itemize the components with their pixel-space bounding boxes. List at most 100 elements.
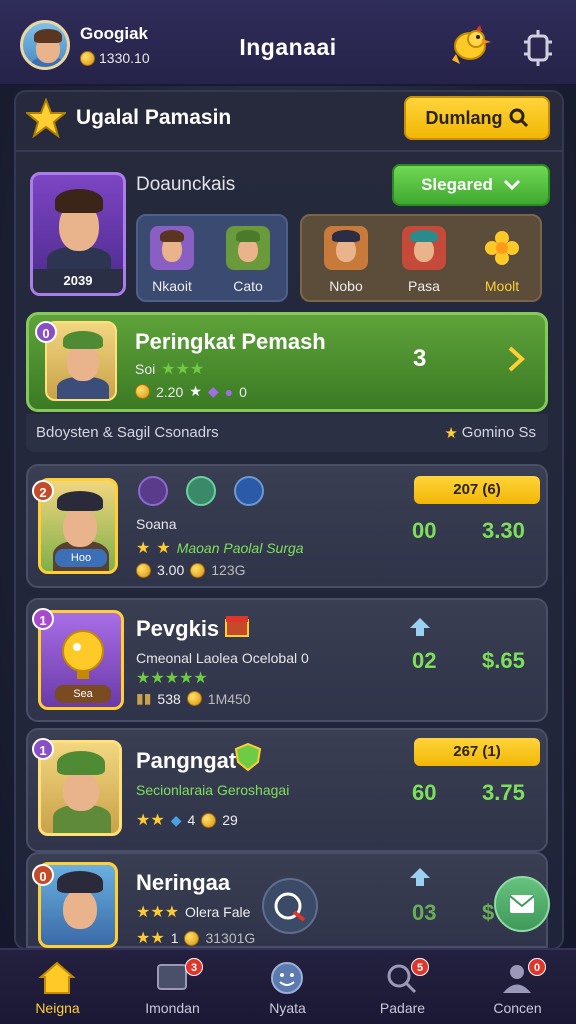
rank-sub: Soi ★★★	[135, 361, 205, 378]
nav-label: Padare	[379, 1000, 426, 1016]
smile-icon	[271, 962, 303, 994]
rank-title: Peringkat Pemash	[135, 329, 326, 354]
rank-badge: 0	[35, 321, 57, 343]
select-button-label: Slegared	[421, 175, 493, 194]
coin-icon	[201, 812, 217, 828]
mini-avatar	[234, 476, 264, 506]
team-member-name: Pasa	[408, 278, 440, 294]
item-score: 00	[412, 518, 437, 543]
up-arrow-icon	[410, 618, 430, 636]
item-sub: Cmeonal Laolea Ocelobal 0	[136, 650, 309, 666]
item-stat-b: 31301G	[205, 930, 256, 946]
chevron-right-icon[interactable]	[505, 345, 527, 373]
item-sub-row: ★ ★ Maoan Paolal Surga	[136, 540, 304, 557]
item-badge: 2	[32, 480, 54, 502]
star-icon	[26, 98, 66, 138]
mini-avatar	[138, 476, 168, 506]
price-pill[interactable]: 207 (6)	[414, 476, 540, 504]
download-button-label: Dumlang	[425, 107, 503, 128]
portrait-label: Hoo	[55, 549, 107, 567]
price-pill[interactable]: 267 (1)	[414, 738, 540, 766]
download-button[interactable]: Dumlang	[404, 96, 550, 140]
rank-card[interactable]: 0 Peringkat Pemash Soi ★★★ 2.20 ★ ◆ ● 0 …	[26, 312, 548, 412]
item-stat-b: 29	[222, 812, 238, 828]
star-icon: ★	[444, 425, 458, 442]
profile-level: 2039	[33, 269, 123, 293]
chevron-down-icon	[503, 179, 520, 191]
list-item[interactable]: Sea 1 Pevgkis Cmeonal Laolea Ocelobal 0 …	[26, 598, 548, 722]
item-title: Neringaa	[136, 870, 231, 895]
item-price: $	[482, 900, 495, 925]
nav-item-monitor[interactable]: 3 Imondan	[115, 950, 230, 1024]
rank-stats: 2.20 ★ ◆ ● 0	[135, 383, 247, 400]
subheader-left: Bdoysten & Sagil Csonadrs	[36, 424, 219, 441]
nav-item-search[interactable]: 5 Padare	[345, 950, 460, 1024]
section-label: Doaunckais	[136, 174, 236, 195]
subheader: Bdoysten & Sagil Csonadrs ★ Gomino Ss	[26, 414, 548, 452]
list-item[interactable]: Hoo 2 Soana ★ ★ Maoan Paolal Surga 3.00 1…	[26, 464, 548, 588]
list-item[interactable]: 1 Pangngat Secionlaraia Geroshagai ★★ ◆ …	[26, 728, 548, 852]
mail-button[interactable]	[494, 876, 550, 932]
chat-button[interactable]	[262, 878, 318, 934]
item-stat-a: 1	[170, 930, 179, 946]
item-rating: ★★★★★	[136, 670, 208, 687]
coin-icon	[190, 562, 206, 578]
team-member-name: Moolt	[484, 278, 520, 294]
nav-label: Concen	[493, 1000, 542, 1016]
item-price: 3.75	[482, 780, 525, 805]
item-stat-b: 123G	[211, 562, 246, 578]
team-member-name: Cato	[233, 278, 263, 294]
item-price: 3.30	[482, 518, 525, 543]
team-member-avatar	[150, 226, 194, 270]
item-stat-b: 1M450	[207, 690, 251, 707]
item-badge: 1	[32, 738, 54, 760]
team-member-avatar	[402, 226, 446, 270]
coin-icon	[184, 930, 200, 946]
subheader-right[interactable]: ★ Gomino Ss	[444, 424, 536, 442]
team-panel-a[interactable]: Nkaoit Cato	[136, 214, 288, 302]
up-arrow-icon	[410, 868, 430, 886]
item-stats: ★★ ◆ 4 29	[136, 811, 238, 830]
notification-badge: 3	[185, 958, 203, 976]
mail-icon	[509, 895, 535, 913]
rank-sub-label: Soi	[135, 361, 156, 377]
section-title: Ugalal Pamasin	[76, 106, 232, 129]
shield-icon	[234, 742, 262, 772]
duck-icon[interactable]	[446, 24, 492, 68]
coin-icon	[136, 562, 151, 578]
notification-badge: 5	[411, 958, 429, 976]
orb-icon: ●	[224, 383, 234, 400]
bottom-nav: Neigna 3 Imondan Nyata 5 Padare 0 Concen	[0, 948, 576, 1024]
book-icon: ▮▮	[136, 690, 152, 706]
select-button[interactable]: Slegared	[392, 164, 550, 206]
item-stat-a: 3.00	[157, 562, 185, 578]
profile-card[interactable]: 2039	[30, 172, 126, 296]
item-score: 03	[412, 900, 437, 925]
team-member-name: Nobo	[329, 278, 363, 294]
item-title: Pevgkis	[136, 616, 220, 641]
flower-icon	[485, 231, 519, 265]
trophy-icon	[62, 630, 104, 679]
rank-stat-2: 0	[239, 383, 247, 400]
top-bar: Googiak 1330.10 Inganaai	[0, 0, 576, 86]
settings-icon[interactable]	[518, 28, 558, 68]
portrait-label: Sea	[55, 685, 111, 703]
team-member-name: Nkaoit	[152, 278, 192, 294]
rank-stat: 2.20	[156, 383, 184, 400]
item-stat-a: 538	[157, 690, 181, 707]
team-panel-b[interactable]: Nobo Pasa Moolt	[300, 214, 542, 302]
coin-icon	[186, 691, 202, 706]
nav-label: Nyata	[269, 1000, 306, 1016]
item-stats: ★★ 1 31301G	[136, 930, 256, 947]
item-sub: Olera Fale	[185, 904, 251, 920]
item-sub-row: ★★★ Olera Fale	[136, 904, 251, 921]
gem-icon: ◆	[207, 383, 219, 399]
chat-icon	[274, 892, 306, 922]
subheader-right-label: Gomino Ss	[461, 424, 536, 441]
item-score: 60	[412, 780, 437, 805]
nav-item-home[interactable]: Neigna	[0, 950, 115, 1024]
nav-item-players[interactable]: Nyata	[230, 950, 345, 1024]
nav-item-profile[interactable]: 0 Concen	[460, 950, 575, 1024]
item-badge: 1	[32, 608, 54, 630]
notification-badge: 0	[528, 958, 546, 976]
